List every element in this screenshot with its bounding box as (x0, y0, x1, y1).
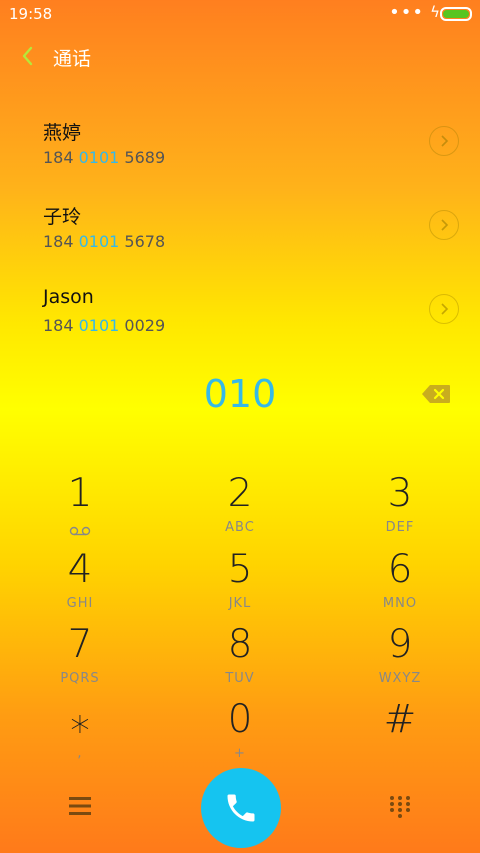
key-6[interactable]: 6 MNO (344, 540, 456, 616)
key-0[interactable]: 0 + (184, 690, 296, 766)
backspace-icon (422, 385, 450, 403)
contact-name: 子玲 (43, 206, 82, 228)
contact-number: 184 0101 0029 (43, 316, 166, 335)
key-8[interactable]: 8 TUV (184, 615, 296, 691)
back-arrow-icon[interactable] (16, 44, 40, 68)
chevron-right-icon (441, 219, 449, 231)
contact-detail-button[interactable] (429, 294, 459, 324)
status-bar: 19:58 ••• ϟ (0, 0, 480, 28)
key-3[interactable]: 3 DEF (344, 464, 456, 540)
chevron-right-icon (441, 303, 449, 315)
number-match-highlight: 0101 (78, 148, 120, 167)
battery-icon (440, 7, 472, 21)
call-button[interactable] (201, 768, 281, 848)
contact-detail-button[interactable] (429, 210, 459, 240)
key-5[interactable]: 5 JKL (184, 540, 296, 616)
voicemail-icon (69, 526, 91, 536)
number-match-highlight: 0101 (78, 316, 120, 335)
menu-icon[interactable] (66, 795, 94, 817)
dialed-number-display: 010 (203, 372, 277, 416)
contact-suggestion-item[interactable]: 燕婷 184 0101 5689 (0, 100, 480, 180)
contact-detail-button[interactable] (429, 126, 459, 156)
number-match-highlight: 0101 (78, 232, 120, 251)
more-dots-icon: ••• (389, 2, 424, 23)
phone-icon (227, 794, 255, 822)
contact-number: 184 0101 5689 (43, 148, 166, 167)
key-1[interactable]: 1 (24, 464, 136, 540)
page-title: 通话 (53, 48, 92, 70)
status-time: 19:58 (9, 5, 53, 23)
charging-icon: ϟ (430, 3, 440, 21)
backspace-button[interactable] (421, 384, 451, 404)
key-9[interactable]: 9 WXYZ (344, 615, 456, 691)
key-star[interactable]: ⁎ , (24, 690, 136, 766)
contact-name: Jason (43, 286, 94, 308)
contact-suggestion-item[interactable]: 子玲 184 0101 5678 (0, 184, 480, 264)
contact-name: 燕婷 (43, 122, 82, 144)
key-7[interactable]: 7 PQRS (24, 615, 136, 691)
contact-suggestion-item[interactable]: Jason 184 0101 0029 (0, 268, 480, 348)
key-4[interactable]: 4 GHI (24, 540, 136, 616)
key-hash[interactable]: # (344, 690, 456, 766)
dialpad-icon[interactable] (388, 795, 412, 819)
contact-number: 184 0101 5678 (43, 232, 166, 251)
key-2[interactable]: 2 ABC (184, 464, 296, 540)
chevron-right-icon (441, 135, 449, 147)
